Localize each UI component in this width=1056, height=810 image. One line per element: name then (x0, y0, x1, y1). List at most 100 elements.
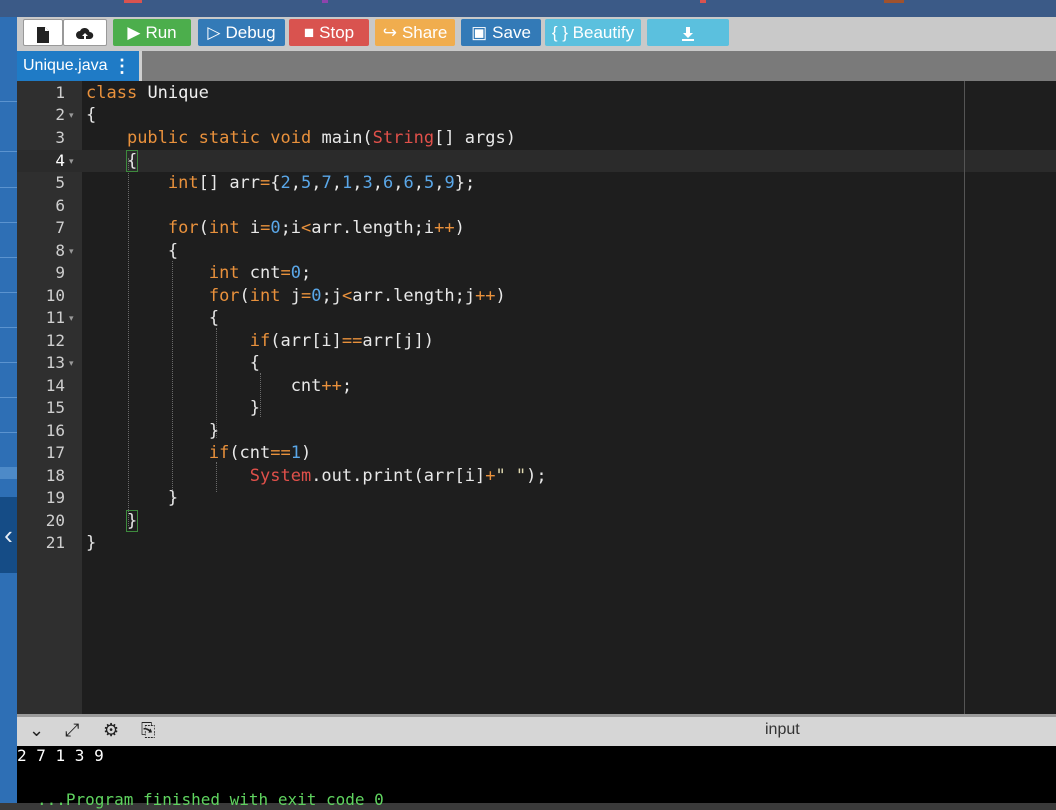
new-file-button[interactable] (23, 19, 63, 46)
play-icon: ▶ (127, 23, 141, 42)
download-button[interactable] (647, 19, 729, 46)
stop-button[interactable]: ■ Stop (289, 19, 369, 46)
file-icon (37, 26, 49, 43)
copy-to-clipboard-icon[interactable]: ⎘ (141, 720, 155, 741)
fold-toggle-icon[interactable]: ▾ (69, 104, 74, 126)
sidebar-divider (0, 292, 17, 293)
save-button[interactable]: ▣ Save (461, 19, 541, 46)
tab-separator (139, 51, 142, 81)
collapse-sidebar-button[interactable]: ‹ (0, 497, 17, 573)
upload-button[interactable] (63, 19, 107, 46)
code-line: { (86, 105, 97, 125)
top-mark (322, 0, 328, 3)
stop-square-icon: ■ (303, 23, 315, 42)
top-strip (0, 0, 1056, 17)
line-number: 1 (55, 83, 65, 102)
code-line: if(arr[i]==arr[j]) (249, 331, 435, 351)
line-number: 14 (45, 376, 65, 395)
program-output: 2 7 1 3 9 (17, 746, 104, 765)
tab-unique-java[interactable]: Unique.java ⋮ (17, 51, 139, 81)
share-label: Share (401, 23, 448, 42)
toolbar: ▶ Run ▷ Debug ■ Stop ↪ Share ▣ Save { } Beaut… (17, 17, 1056, 51)
line-number: 2 (55, 105, 65, 124)
print-margin (964, 81, 965, 714)
code-line: System.out.print(arr[i]+" "); (249, 466, 547, 486)
run-label: Run (145, 23, 177, 42)
line-number: 12 (45, 331, 65, 350)
line-number: 3 (55, 128, 65, 147)
save-label: Save (492, 23, 531, 42)
code-line: class Unique (86, 83, 209, 103)
sidebar-divider (0, 257, 17, 258)
code-line: for(int j=0;j<arr.length;j++) (208, 286, 506, 306)
code-line: int[] arr={2,5,7,1,3,6,6,5,9}; (167, 173, 476, 193)
line-number: 19 (45, 488, 65, 507)
share-button[interactable]: ↪ Share (375, 19, 455, 46)
line-number: 15 (45, 398, 65, 417)
line-number: 11 (45, 308, 65, 327)
fold-toggle-icon[interactable]: ▾ (69, 307, 74, 329)
code-line: } (125, 510, 139, 532)
line-number: 18 (45, 466, 65, 485)
debug-button[interactable]: ▷ Debug (198, 19, 285, 46)
sidebar-divider (0, 222, 17, 223)
download-icon (682, 26, 694, 41)
chevron-left-icon: ‹ (4, 520, 13, 550)
run-button[interactable]: ▶ Run (113, 19, 191, 46)
input-label: input (765, 721, 800, 738)
sidebar-divider (0, 151, 17, 152)
beautify-button[interactable]: { } Beautify (545, 19, 641, 46)
console-output[interactable]: 2 7 1 3 9 ...Program finished with exit … (17, 746, 1056, 809)
line-number: 9 (55, 263, 65, 282)
expand-icon[interactable]: ⤢ (65, 720, 79, 741)
sidebar-divider (0, 187, 17, 188)
code-line: } (86, 421, 220, 441)
top-mark (124, 0, 142, 3)
code-line: } (86, 398, 260, 418)
code-line: { (86, 353, 260, 373)
console-divider (17, 714, 1056, 717)
line-number: 10 (45, 286, 65, 305)
chevron-down-icon[interactable]: ⌄ (29, 720, 44, 741)
line-number: 13 (45, 353, 65, 372)
line-number: 5 (55, 173, 65, 192)
tab-filename: Unique.java (23, 57, 108, 74)
active-line-highlight (17, 150, 1056, 172)
sidebar-divider (0, 362, 17, 363)
file-tab-bar: Unique.java ⋮ (17, 51, 1056, 81)
share-icon: ↪ (382, 23, 397, 42)
fold-toggle-icon[interactable]: ▾ (69, 352, 74, 374)
code-line: cnt++; (86, 376, 353, 396)
line-number: 8 (55, 241, 65, 260)
code-line: { (86, 241, 179, 261)
sidebar-divider (0, 397, 17, 398)
beautify-label: { } Beautify (551, 23, 635, 42)
debug-label: Debug (225, 23, 276, 42)
sidebar-divider (0, 327, 17, 328)
code-line: } (86, 533, 97, 553)
gear-icon[interactable]: ⚙ (103, 720, 119, 741)
stop-label: Stop (319, 23, 355, 42)
code-line: int cnt=0; (208, 263, 312, 283)
top-mark (700, 0, 706, 3)
line-number: 17 (45, 443, 65, 462)
sidebar-divider (0, 432, 17, 433)
fold-toggle-icon[interactable]: ▾ (69, 150, 74, 172)
code-line: for(int i=0;i<arr.length;i++) (167, 218, 465, 238)
console-toolbar: ⌄ ⤢ ⚙ ⎘ input (17, 714, 1056, 746)
code-line: if(cnt==1) (208, 443, 312, 463)
cloud-upload-icon (76, 27, 94, 40)
sidebar-divider (0, 101, 17, 102)
line-number: 7 (55, 218, 65, 237)
line-number: 20 (45, 511, 65, 530)
floppy-disk-icon: ▣ (471, 23, 488, 42)
code-line: } (86, 488, 179, 508)
line-number: 21 (45, 533, 65, 552)
left-sidebar: ‹ (0, 17, 17, 803)
code-line: { (125, 150, 139, 172)
line-number: 16 (45, 421, 65, 440)
code-line: public static void main(String[] args) (126, 128, 516, 148)
kebab-menu-icon[interactable]: ⋮ (113, 51, 131, 81)
fold-toggle-icon[interactable]: ▾ (69, 240, 74, 262)
code-line: { (86, 308, 220, 328)
